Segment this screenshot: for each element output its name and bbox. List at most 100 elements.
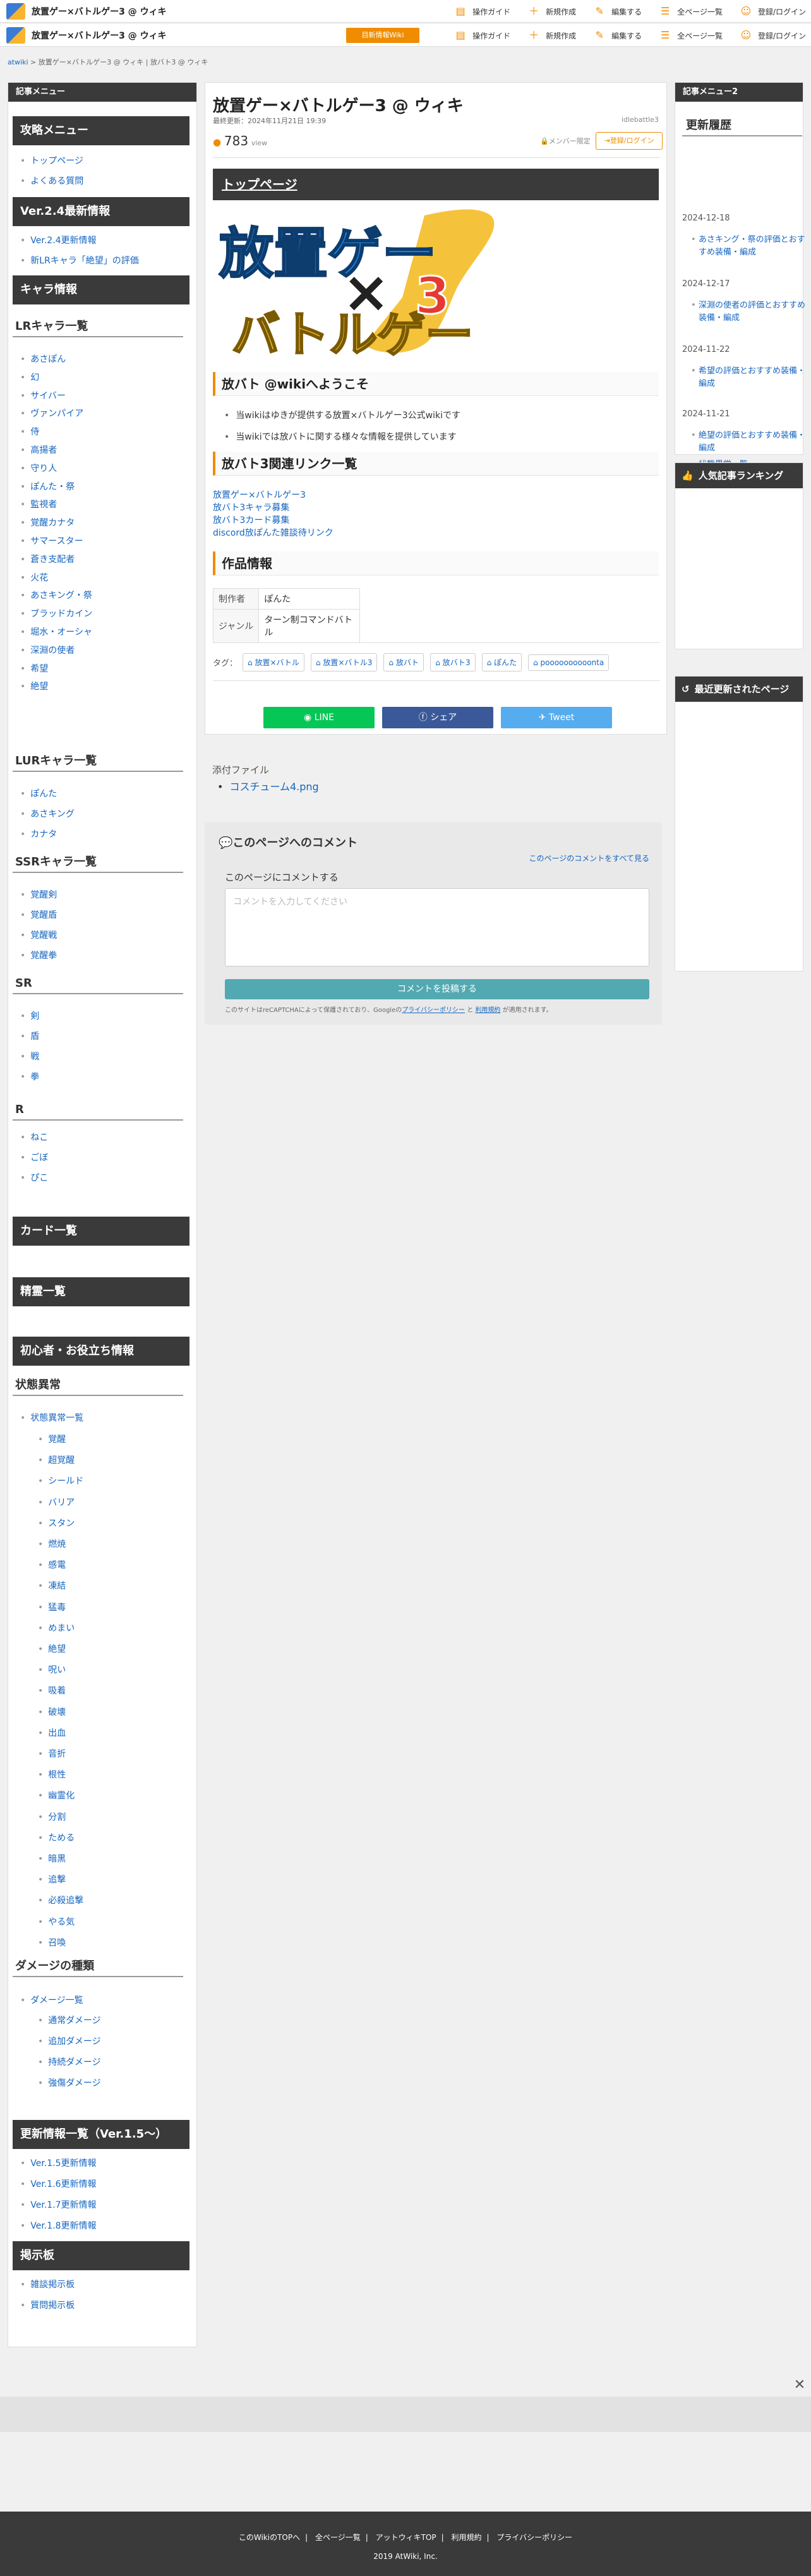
history-link[interactable]: 絶望の評価とおすすめ装備・編成 <box>691 430 806 455</box>
sidebar-sublink[interactable]: 根性 <box>38 1768 66 1781</box>
sidebar-link[interactable]: ダメージ一覧 <box>20 1994 83 2006</box>
sidebar-sublink[interactable]: 分割 <box>38 1810 66 1823</box>
sidebar-sublink[interactable]: 覚醒 <box>38 1433 66 1445</box>
sidebar-link[interactable]: 侍 <box>20 425 39 438</box>
sidebar-sublink[interactable]: 追加ダメージ <box>38 2035 100 2047</box>
sidebar-link[interactable]: ブラッドカイン <box>20 607 92 620</box>
sidebar-sublink[interactable]: シールド <box>38 1474 83 1487</box>
nav-login[interactable]: ☺ 登録/ログイン <box>740 30 806 41</box>
sidebar-link[interactable]: ねこ <box>20 1131 48 1143</box>
nav-guide[interactable]: ▤ 操作ガイド <box>455 6 511 17</box>
sidebar-link[interactable]: あさキング・祭 <box>20 589 92 601</box>
author-name[interactable]: idlebattle3 <box>622 116 659 124</box>
site-logo-icon[interactable] <box>6 27 25 44</box>
sidebar-link[interactable]: Ver.1.6更新情報 <box>20 2177 96 2190</box>
sidebar-sublink[interactable]: 音折 <box>38 1747 66 1760</box>
sidebar-link[interactable]: 高揚者 <box>20 443 57 456</box>
sidebar-link[interactable]: トップページ <box>20 154 83 167</box>
footer-link[interactable]: アットウィキTOP <box>376 2533 436 2542</box>
footer-link[interactable]: 利用規約 <box>451 2533 481 2542</box>
sidebar-link[interactable]: 盾 <box>20 1030 39 1042</box>
nav-login[interactable]: ☺ 登録/ログイン <box>740 6 806 17</box>
sidebar-link[interactable]: よくある質問 <box>20 174 83 187</box>
sidebar-link[interactable]: Ver.2.4更新情報 <box>20 234 96 246</box>
terms-link[interactable]: 利用規約 <box>475 1007 500 1014</box>
sidebar-link[interactable]: 覚醒盾 <box>20 908 57 921</box>
history-link[interactable]: 希望の評価とおすすめ装備・編成 <box>691 365 806 390</box>
sidebar-sublink[interactable]: スタン <box>38 1517 75 1529</box>
sidebar-link[interactable]: 戦 <box>20 1050 39 1062</box>
breadcrumb-root[interactable]: atwiki <box>8 58 28 66</box>
sidebar-sublink[interactable]: めまい <box>38 1622 75 1634</box>
site-title[interactable]: 放置ゲー×バトルゲー3 @ ウィキ <box>32 29 167 42</box>
sidebar-link[interactable]: Ver.1.7更新情報 <box>20 2198 96 2211</box>
history-link[interactable]: 深淵の使者の評価とおすすめ装備・編成 <box>691 299 806 325</box>
footer-link[interactable]: 全ページ一覧 <box>315 2533 361 2542</box>
nav-new[interactable]: ＋新規作成 <box>528 6 576 17</box>
tag[interactable]: ⌂ 放置×バトル3 <box>310 653 378 671</box>
privacy-link[interactable]: プライバシーポリシー <box>402 1007 465 1014</box>
share-facebook-button[interactable]: ⓕ シェア <box>382 707 493 728</box>
sidebar-sublink[interactable]: バリア <box>38 1496 75 1508</box>
sidebar-sublink[interactable]: 追撃 <box>38 1873 66 1886</box>
history-link[interactable]: あさキング・祭の評価とおすすめ装備・編成 <box>691 234 806 259</box>
member-login-button[interactable]: ⇥登録/ログイン <box>596 132 663 150</box>
sidebar-link[interactable]: ぽんた・祭 <box>20 480 75 493</box>
nav-edit[interactable]: ✎ 編集する <box>594 6 642 17</box>
sidebar-sublink[interactable]: 通常ダメージ <box>38 2014 100 2026</box>
nav-all[interactable]: ☰ 全ページ一覧 <box>659 6 723 17</box>
tag[interactable]: ⌂ poooooooooonta <box>528 654 610 671</box>
sidebar-link[interactable]: 蒼き支配者 <box>20 553 75 565</box>
sidebar-link[interactable]: 火花 <box>20 571 48 584</box>
share-line-button[interactable]: ◉ LINE <box>263 707 375 728</box>
attachment-file[interactable]: コスチューム4.png <box>217 778 318 793</box>
comment-textarea[interactable]: コメントを入力してください <box>225 888 649 966</box>
tag[interactable]: ⌂ 放バト3 <box>430 653 476 671</box>
sidebar-sublink[interactable]: ためる <box>38 1831 75 1844</box>
all-comments-link[interactable]: このページのコメントをすべて見る <box>529 853 649 864</box>
tag[interactable]: ⌂ 放置×バトル <box>243 653 304 671</box>
sidebar-link[interactable]: サマースター <box>20 534 83 547</box>
sidebar-sublink[interactable]: 吸着 <box>38 1684 66 1697</box>
sidebar-link[interactable]: 深淵の使者 <box>20 644 75 656</box>
sidebar-sublink[interactable]: 持続ダメージ <box>38 2055 100 2068</box>
related-link[interactable]: 放バト3キャラ募集 <box>213 501 289 514</box>
sidebar-link[interactable]: 守り人 <box>20 462 57 474</box>
nav-edit[interactable]: ✎ 編集する <box>594 30 642 41</box>
sidebar-sublink[interactable]: 呪い <box>38 1663 66 1676</box>
sidebar-link[interactable]: 希望 <box>20 662 48 675</box>
sidebar-link[interactable]: 絶望 <box>20 680 48 692</box>
sidebar-link[interactable]: あさキング <box>20 807 75 820</box>
sidebar-link[interactable]: 状態異常一覧 <box>20 1411 83 1424</box>
sidebar-link[interactable]: Ver.1.5更新情報 <box>20 2157 96 2169</box>
sidebar-link[interactable]: ぽんた <box>20 787 57 800</box>
sidebar-sublink[interactable]: 必殺追撃 <box>38 1894 83 1906</box>
footer-link[interactable]: プライバシーポリシー <box>496 2533 572 2542</box>
sidebar-sublink[interactable]: やる気 <box>38 1915 75 1928</box>
sidebar-sublink[interactable]: 幽霊化 <box>38 1789 75 1802</box>
sidebar-sublink[interactable]: 感電 <box>38 1558 66 1571</box>
sidebar-sublink[interactable]: 燃焼 <box>38 1538 66 1550</box>
related-link[interactable]: 放バト3カード募集 <box>213 514 289 526</box>
sidebar-link[interactable]: 覚醒拳 <box>20 949 57 961</box>
sidebar-link[interactable]: 新LRキャラ「絶望」の評価 <box>20 254 139 267</box>
sidebar-link[interactable]: あさぽん <box>20 352 66 365</box>
sidebar-link[interactable]: サイバー <box>20 389 66 402</box>
sidebar-link[interactable]: 質問掲示板 <box>20 2299 75 2311</box>
site-title[interactable]: 放置ゲー×バトルゲー3 @ ウィキ <box>32 5 167 18</box>
top-page-heading[interactable]: トップページ <box>213 169 659 200</box>
sidebar-sublink[interactable]: 出血 <box>38 1726 66 1739</box>
sidebar-link[interactable]: ごぼ <box>20 1151 48 1164</box>
sidebar-link[interactable]: 堀水・オーシャ <box>20 625 92 638</box>
sidebar-link[interactable]: 幻 <box>20 371 39 383</box>
sidebar-sublink[interactable]: 絶望 <box>38 1642 66 1655</box>
nav-new[interactable]: ＋新規作成 <box>528 30 576 41</box>
sidebar-sublink[interactable]: 暗黒 <box>38 1852 66 1865</box>
sidebar-link[interactable]: 監視者 <box>20 498 57 510</box>
sidebar-link[interactable]: 覚醒剣 <box>20 888 57 901</box>
sidebar-link[interactable]: 雑談掲示板 <box>20 2278 75 2290</box>
share-twitter-button[interactable]: ✈ Tweet <box>501 707 612 728</box>
sidebar-sublink[interactable]: 超覚醒 <box>38 1454 75 1466</box>
sidebar-sublink[interactable]: 強傷ダメージ <box>38 2076 100 2089</box>
tag[interactable]: ⌂ ぽんた <box>481 653 522 671</box>
